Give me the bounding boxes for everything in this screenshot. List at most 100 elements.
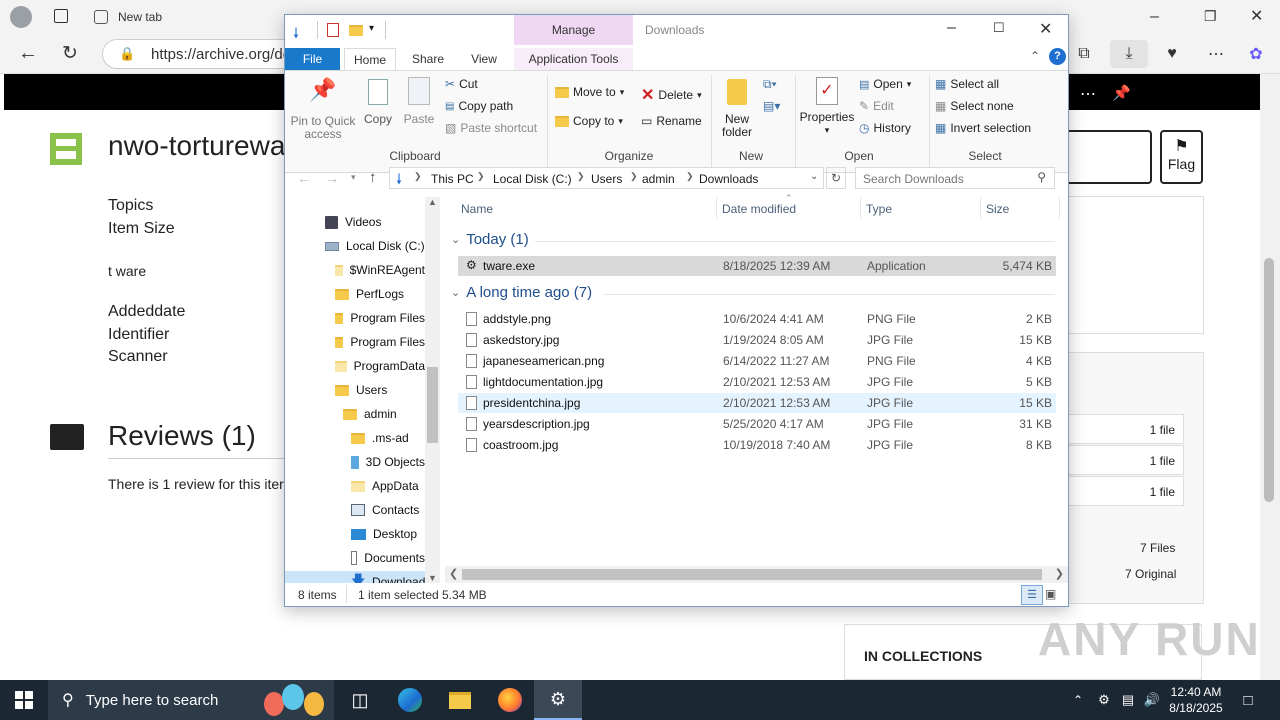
nav-item-admin[interactable]: admin xyxy=(285,403,425,425)
nav-item-program-files[interactable]: Program Files xyxy=(285,307,425,329)
crumb-downloads[interactable]: Downloads xyxy=(699,172,758,186)
original-count[interactable]: 7 Original xyxy=(1125,567,1176,581)
flag-button[interactable]: ⚑ Flag xyxy=(1160,130,1203,184)
cut-button[interactable]: ✂ Cut xyxy=(445,77,478,91)
notifications-icon[interactable]: □ xyxy=(1234,680,1262,720)
copy-to-button[interactable]: Copy to ▾ xyxy=(555,114,623,128)
nav-item-videos[interactable]: Videos xyxy=(285,211,425,233)
pin-icon[interactable]: 📌 xyxy=(1112,84,1131,102)
column-name[interactable]: Name xyxy=(461,202,493,216)
share-box[interactable] xyxy=(1068,130,1152,184)
crumb-this-pc[interactable]: This PC xyxy=(431,172,474,186)
history-button[interactable]: ◷ History xyxy=(859,121,911,135)
file-row[interactable]: presidentchina.jpg 2/10/2021 12:53 AM JPG … xyxy=(458,393,1056,413)
file-row[interactable]: coastroom.jpg 10/19/2018 7:40 AM JPG File 8… xyxy=(458,435,1056,455)
more-icon[interactable]: ⋯ xyxy=(1080,84,1096,104)
clock[interactable]: 12:40 AM 8/18/2025 xyxy=(1164,680,1228,720)
file-row[interactable]: addstyle.png 10/6/2024 4:41 AM PNG File 2 K… xyxy=(458,309,1056,329)
move-to-button[interactable]: Move to ▾ xyxy=(555,85,624,99)
delete-button[interactable]: ✕ Delete ▾ xyxy=(641,85,702,105)
file-row[interactable]: ⚙ tware.exe 8/18/2025 12:39 AM Application 5… xyxy=(458,256,1056,276)
crumb-local-disk[interactable]: Local Disk (C:) xyxy=(493,172,572,186)
nav-item-appdata[interactable]: AppData xyxy=(285,475,425,497)
properties-qa-icon[interactable] xyxy=(327,23,339,37)
copy-button[interactable]: Copy xyxy=(361,77,395,126)
file-row-3[interactable]: 1 file xyxy=(1068,476,1184,506)
recent-locations-icon[interactable]: ▾ xyxy=(351,172,356,183)
nav-item-downloads[interactable]: 🡇 Downloads xyxy=(285,571,431,583)
nav-item-perflogs[interactable]: PerfLogs xyxy=(285,283,425,305)
group-a-long-time-ago[interactable]: ⌄ A long time ago (7) xyxy=(451,284,592,301)
network-icon[interactable]: ▤ xyxy=(1118,680,1138,720)
nav-item-documents[interactable]: Documents xyxy=(285,547,425,569)
help-icon[interactable]: ? xyxy=(1049,48,1066,65)
column-type[interactable]: Type xyxy=(866,202,892,216)
file-row[interactable]: askedstory.jpg 1/19/2024 8:05 AM JPG File 1… xyxy=(458,330,1056,350)
horizontal-scrollbar-thumb[interactable] xyxy=(462,569,1042,580)
close-button[interactable]: ✕ xyxy=(1039,19,1052,39)
manage-context-tab[interactable]: Manage xyxy=(514,15,633,45)
files-total[interactable]: 7 Files xyxy=(1140,541,1175,555)
tware-taskbar-icon[interactable]: ⚙ xyxy=(534,680,582,720)
open-button[interactable]: ▤ Open ▾ xyxy=(859,77,911,91)
paste-button[interactable]: Paste xyxy=(402,77,436,126)
edge-taskbar-icon[interactable] xyxy=(390,680,430,720)
tab-home[interactable]: Home xyxy=(344,48,396,70)
nav-item-contacts[interactable]: Contacts xyxy=(285,499,425,521)
large-icons-view-icon[interactable]: ▣ xyxy=(1045,587,1056,601)
group-today[interactable]: ⌄ Today (1) xyxy=(451,231,529,248)
easy-access-icon[interactable]: ▤▾ xyxy=(763,99,780,113)
pin-to-quick-access-button[interactable]: 📌 Pin to Quick access xyxy=(289,79,357,141)
file-row[interactable]: japaneseamerican.png 6/14/2022 11:27 AM PN… xyxy=(458,351,1056,371)
qa-dropdown-icon[interactable]: ▾ xyxy=(369,23,374,34)
copy-path-button[interactable]: ▤ Copy path xyxy=(445,99,513,113)
invert-selection-button[interactable]: ▦ Invert selection xyxy=(935,121,1031,135)
select-none-button[interactable]: ▦ Select none xyxy=(935,99,1014,113)
tab-share[interactable]: Share xyxy=(405,48,451,70)
details-view-icon[interactable]: ☰ xyxy=(1021,585,1043,605)
nav-item-ms-ad[interactable]: .ms-ad xyxy=(285,427,425,449)
file-row[interactable]: lightdocumentation.jpg 2/10/2021 12:53 AM… xyxy=(458,372,1056,392)
nav-scrollbar-thumb[interactable] xyxy=(427,367,438,443)
crumb-admin[interactable]: admin xyxy=(642,172,675,186)
column-size[interactable]: Size xyxy=(986,202,1009,216)
volume-icon[interactable]: 🔊 xyxy=(1142,680,1162,720)
copilot-icon[interactable]: ✿ xyxy=(1240,40,1272,68)
downloads-icon[interactable]: ⤓ xyxy=(1110,40,1148,68)
nav-scrollbar[interactable]: ▲ ▼ xyxy=(425,197,440,583)
crumb-users[interactable]: Users xyxy=(591,172,622,186)
properties-button[interactable]: ✓ Properties ▾ xyxy=(799,77,855,137)
file-explorer-taskbar-icon[interactable] xyxy=(440,680,480,720)
task-view-icon[interactable]: ◫ xyxy=(340,680,380,720)
collapse-ribbon-icon[interactable]: ⌃ xyxy=(1030,49,1040,63)
nav-item-program-files[interactable]: Program Files xyxy=(285,331,425,353)
nav-item-programdata[interactable]: ProgramData xyxy=(285,355,425,377)
file-row[interactable]: yearsdescription.jpg 5/25/2020 4:17 AM JPG… xyxy=(458,414,1056,434)
firefox-taskbar-icon[interactable] xyxy=(490,680,530,720)
back-button[interactable]: ← xyxy=(297,170,311,186)
minimize-browser-button[interactable]: – xyxy=(1150,8,1159,26)
start-button[interactable] xyxy=(0,680,48,720)
nav-item-winreagent[interactable]: $WinREAgent xyxy=(285,259,425,281)
maximize-button[interactable]: ☐ xyxy=(993,20,1005,36)
rename-button[interactable]: ▭ Rename xyxy=(641,114,702,128)
show-hidden-icons[interactable]: ⌃ xyxy=(1068,680,1088,720)
nav-item-desktop[interactable]: Desktop xyxy=(285,523,425,545)
horizontal-scrollbar[interactable]: ❮ ❯ xyxy=(445,566,1068,583)
restore-browser-button[interactable]: ❐ xyxy=(1204,8,1217,25)
column-date-modified[interactable]: Date modified xyxy=(722,202,796,216)
page-scrollbar-thumb[interactable] xyxy=(1264,258,1274,502)
forward-button[interactable]: → xyxy=(325,170,339,186)
address-bar[interactable]: 🔒 https://archive.org/de xyxy=(102,39,302,69)
nav-item-users[interactable]: Users xyxy=(285,379,425,401)
refresh-icon[interactable]: ↻ xyxy=(826,167,846,189)
tab-new-tab[interactable]: New tab xyxy=(94,4,162,30)
close-browser-button[interactable]: ✕ xyxy=(1250,6,1263,26)
up-button[interactable]: ↑ xyxy=(369,169,377,186)
nav-item-3d-objects[interactable]: 3D Objects xyxy=(285,451,425,473)
file-row-1[interactable]: 1 file xyxy=(1068,414,1184,444)
new-item-icon[interactable]: ⧉▾ xyxy=(763,77,777,92)
address-breadcrumb[interactable]: 🠗 ❯ This PC ❯ Local Disk (C:) ❯ Users ❯ … xyxy=(389,167,824,189)
tab-view[interactable]: View xyxy=(461,48,507,70)
back-icon[interactable]: ← xyxy=(18,42,38,65)
